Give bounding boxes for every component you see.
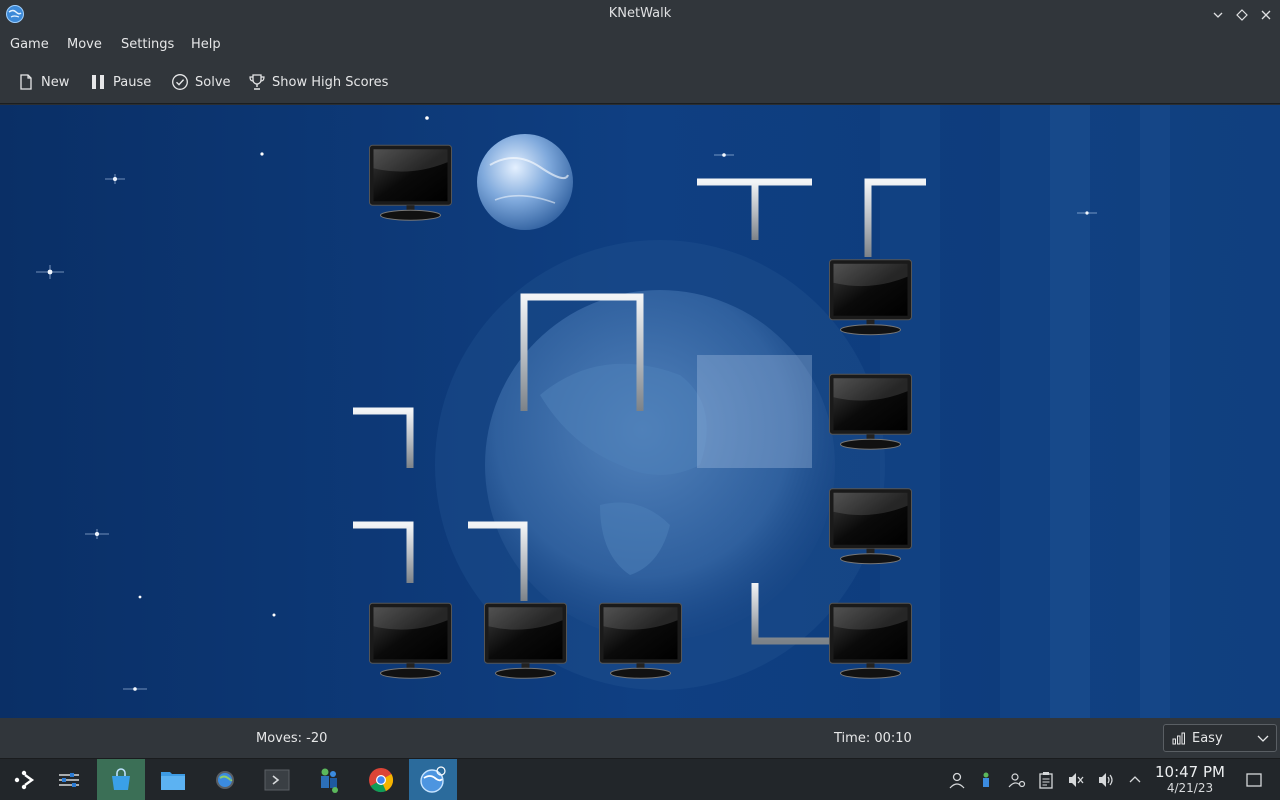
time-counter: Time: 00:10 [834, 731, 912, 746]
status-bar: Moves: -20 Time: 00:10 Easy [0, 718, 1280, 758]
clock-time: 10:47 PM [1155, 763, 1225, 781]
task-terminal[interactable] [253, 759, 301, 800]
file-manager-icon [161, 772, 185, 790]
tray-mic-muted[interactable] [1066, 770, 1086, 790]
task-chrome[interactable] [357, 759, 405, 800]
task-knetwalk[interactable] [409, 759, 457, 800]
difficulty-select[interactable]: Easy [1163, 724, 1277, 752]
application-launcher[interactable] [0, 759, 48, 800]
task-file-manager[interactable] [149, 759, 197, 800]
toolbar: New Pause Solve Show High Scores [0, 60, 1280, 104]
task-settings[interactable] [201, 759, 249, 800]
tray-user[interactable] [947, 770, 967, 790]
new-label: New [41, 74, 70, 90]
menu-help[interactable]: Help [191, 37, 221, 52]
application-launcher-icon [14, 770, 35, 790]
solve-label: Solve [195, 74, 231, 90]
terminal-icon [264, 769, 290, 791]
new-document-icon [20, 74, 32, 90]
chevron-down-icon [1213, 12, 1223, 18]
task-discover[interactable] [97, 759, 145, 800]
tray-people[interactable] [976, 770, 996, 790]
signal-bars-icon [1172, 732, 1185, 745]
user-manager-icon [321, 768, 338, 793]
people-icon [983, 772, 989, 787]
chevron-up-icon [1129, 776, 1141, 783]
clock-date: 4/21/23 [1166, 781, 1214, 795]
menu-bar: Game Move Settings Help [0, 30, 1280, 60]
tray-volume[interactable] [1096, 770, 1116, 790]
pause-label: Pause [113, 74, 152, 90]
menu-settings[interactable]: Settings [121, 37, 174, 52]
task-system-settings[interactable] [45, 759, 93, 800]
taskbar: 10:47 PM 4/21/23 [0, 758, 1280, 800]
menu-move[interactable]: Move [67, 37, 102, 52]
tray-clipboard[interactable] [1036, 770, 1056, 790]
settings-gear-icon [216, 771, 234, 789]
discover-store-icon [112, 768, 130, 790]
new-button[interactable]: New [17, 70, 69, 94]
minimize-button[interactable] [1208, 5, 1228, 25]
board-canvas [0, 105, 1280, 718]
show-high-scores-button[interactable]: Show High Scores [248, 70, 388, 94]
maximize-button[interactable] [1232, 5, 1252, 25]
chevron-down-icon [1257, 735, 1269, 742]
volume-icon [1099, 773, 1113, 787]
chrome-icon [369, 768, 394, 793]
diamond-icon [1236, 9, 1248, 21]
trophy-icon [249, 74, 265, 90]
title-bar: KNetWalk [0, 0, 1280, 30]
close-icon [1261, 10, 1271, 20]
system-settings-icon [59, 773, 79, 787]
server-globe[interactable] [477, 134, 573, 230]
user-switch-icon [1008, 773, 1026, 788]
window-title: KNetWalk [608, 6, 672, 21]
close-button[interactable] [1256, 5, 1276, 25]
clock[interactable]: 10:47 PM 4/21/23 [1150, 763, 1230, 796]
menu-game[interactable]: Game [10, 37, 49, 52]
tray-expand[interactable] [1125, 770, 1145, 790]
speaker-muted-icon [1069, 773, 1084, 787]
pause-button[interactable]: Pause [89, 70, 151, 94]
tray-user-switch[interactable] [1007, 770, 1027, 790]
user-icon [949, 772, 965, 789]
show-desktop-button[interactable] [1244, 770, 1264, 790]
difficulty-value: Easy [1192, 730, 1223, 746]
check-circle-icon [172, 74, 188, 90]
pause-icon [92, 75, 104, 89]
solve-button[interactable]: Solve [171, 70, 231, 94]
task-user-manager[interactable] [305, 759, 353, 800]
clipboard-icon [1039, 772, 1053, 789]
knetwalk-icon [420, 766, 446, 793]
moves-counter: Moves: -20 [256, 731, 328, 746]
show-desktop-icon [1246, 773, 1262, 787]
high-scores-label: Show High Scores [272, 74, 389, 90]
game-board[interactable] [0, 105, 1280, 718]
